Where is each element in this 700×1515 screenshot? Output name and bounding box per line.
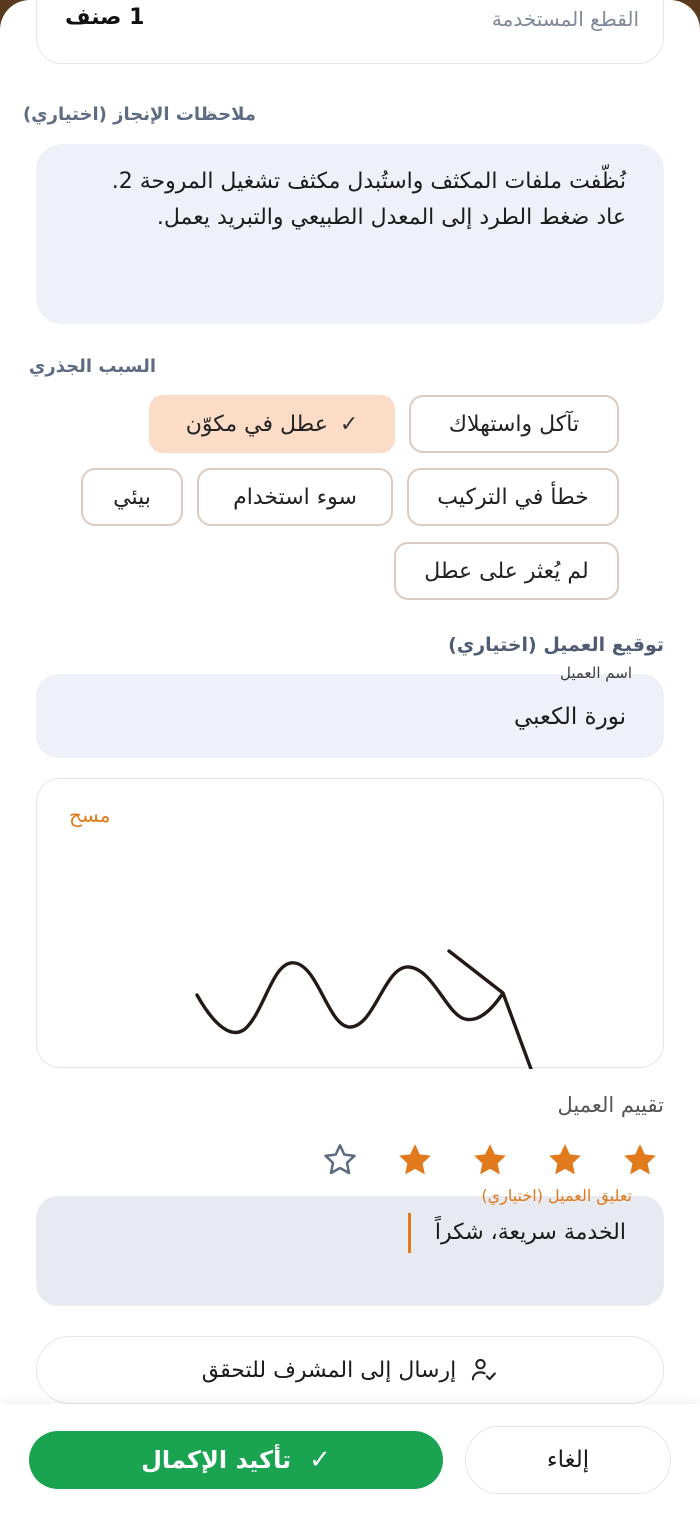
rating-label: تقييم العميل — [557, 1093, 664, 1117]
completion-notes-textarea[interactable]: نُظّفت ملفات المكثف واستُبدل مكثف تشغيل … — [36, 144, 664, 324]
signature-pad[interactable]: مسح — [36, 778, 664, 1069]
chip-label: عطل في مكوّن — [185, 411, 328, 437]
rating-stars — [320, 1140, 660, 1180]
chip-label: بيئي — [113, 484, 151, 510]
star-filled-icon[interactable] — [545, 1140, 585, 1180]
root-cause-chip-misuse[interactable]: سوء استخدام — [197, 468, 393, 526]
send-to-supervisor-label: إرسال إلى المشرف للتحقق — [201, 1357, 457, 1383]
notes-line: نُظّفت ملفات المكثف واستُبدل مكثف تشغيل … — [111, 169, 626, 194]
chip-label: سوء استخدام — [233, 484, 357, 510]
job-completion-sheet: القطع المستخدمة 1 صنف ملاحظات الإنجاز (ا… — [0, 0, 700, 1515]
confirm-completion-label: تأكيد الإكمال — [141, 1446, 292, 1474]
signature-label: توقيع العميل (اختياري) — [448, 634, 664, 656]
root-cause-chip-no-fault-found[interactable]: لم يُعثر على عطل — [394, 542, 619, 600]
customer-comment-value: الخدمة سريعة، شكراً — [434, 1220, 626, 1245]
chip-label: خطأ في التركيب — [437, 484, 589, 510]
confirm-completion-button[interactable]: ✓ تأكيد الإكمال — [29, 1431, 443, 1489]
text-caret — [408, 1213, 411, 1253]
cancel-button[interactable]: إلغاء — [465, 1426, 671, 1494]
customer-name-value: نورة الكعبي — [513, 704, 626, 730]
root-cause-label: السبب الجذري — [28, 356, 156, 377]
chip-label: تآكل واستهلاك — [448, 411, 580, 437]
check-icon: ✓ — [339, 411, 359, 437]
root-cause-chip-environmental[interactable]: بيئي — [81, 468, 183, 526]
notes-label: ملاحظات الإنجاز (اختياري) — [22, 104, 256, 125]
star-filled-icon[interactable] — [470, 1140, 510, 1180]
customer-comment-field[interactable]: تعليق العميل (اختياري) الخدمة سريعة، شكر… — [36, 1186, 664, 1306]
parts-used-value: 1 صنف — [65, 5, 145, 30]
notes-line: عاد ضغط الطرد إلى المعدل الطبيعي والتبري… — [156, 205, 626, 230]
root-cause-chip-installation-error[interactable]: خطأ في التركيب — [407, 468, 619, 526]
root-cause-chip-component-failure[interactable]: ✓ عطل في مكوّن — [149, 395, 395, 453]
cancel-label: إلغاء — [546, 1447, 590, 1473]
star-filled-icon[interactable] — [620, 1140, 660, 1180]
customer-name-field[interactable]: اسم العميل نورة الكعبي — [36, 664, 664, 758]
star-empty-icon[interactable] — [320, 1140, 360, 1180]
parts-used-label: القطع المستخدمة — [491, 7, 639, 31]
chip-label: لم يُعثر على عطل — [424, 558, 589, 584]
user-check-icon — [472, 1358, 497, 1381]
check-icon: ✓ — [309, 1445, 331, 1475]
bottom-action-bar: ✓ تأكيد الإكمال إلغاء — [0, 1404, 700, 1515]
parts-used-field[interactable]: القطع المستخدمة 1 صنف — [36, 0, 664, 64]
customer-name-label: اسم العميل — [559, 664, 632, 682]
signature-stroke — [195, 949, 533, 1069]
customer-comment-label: تعليق العميل (اختياري) — [481, 1186, 632, 1205]
root-cause-chip-wear[interactable]: تآكل واستهلاك — [409, 395, 619, 453]
send-to-supervisor-button[interactable]: إرسال إلى المشرف للتحقق — [36, 1336, 664, 1404]
star-filled-icon[interactable] — [395, 1140, 435, 1180]
